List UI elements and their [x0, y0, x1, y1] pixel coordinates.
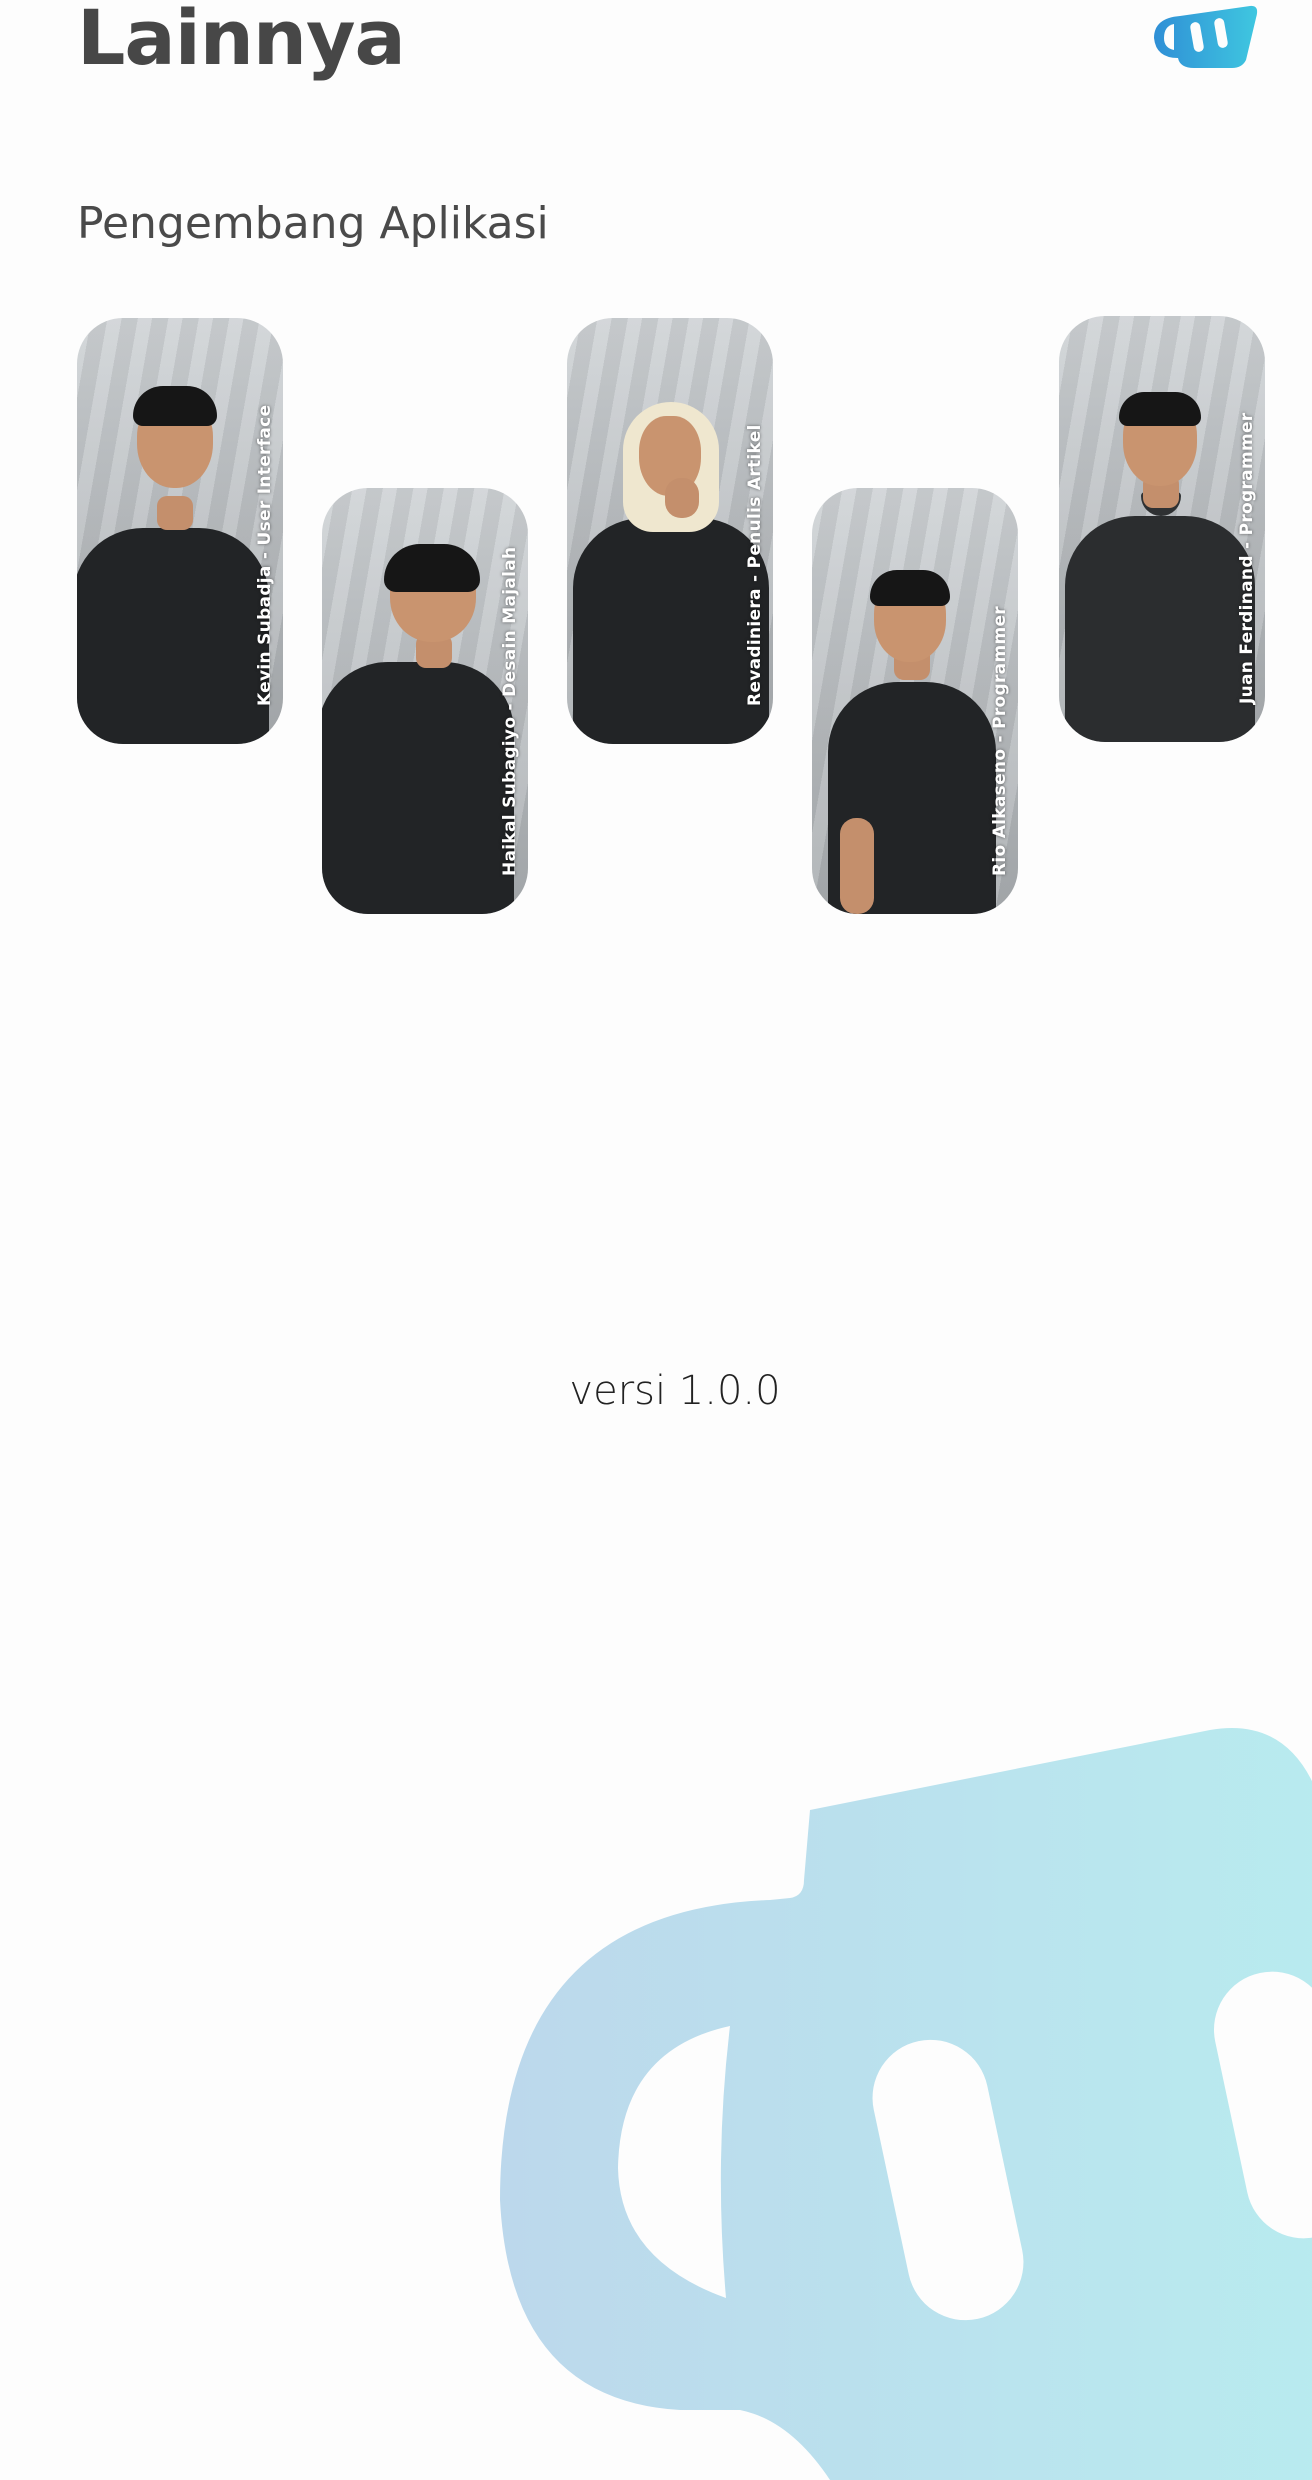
photo-hand — [665, 478, 699, 518]
developer-label: Revadiniera - Penulis Artikel — [745, 424, 765, 706]
photo-hair — [133, 386, 217, 426]
developer-label: Juan Ferdinand - Programmer — [1237, 412, 1257, 704]
photo-neck — [157, 496, 193, 530]
photo-arm — [840, 818, 874, 914]
photo-hair — [1119, 392, 1201, 426]
developer-label: Kevin Subadja - User Interface — [255, 404, 275, 706]
mug-watermark-icon — [500, 1728, 1312, 2480]
photo-shirt — [1065, 516, 1255, 742]
developer-label: Rio Alkaseno - Programmer — [990, 606, 1010, 876]
photo-shirt — [77, 528, 269, 744]
photo-shirt — [573, 518, 769, 744]
developer-card: Juan Ferdinand - Programmer — [1059, 316, 1265, 742]
developer-label: Haikal Subagiyo - Desain Majalah — [500, 546, 520, 876]
photo-shirt — [322, 662, 514, 914]
photo-hair — [384, 544, 480, 592]
mug-logo-icon — [1154, 5, 1258, 68]
developer-card: Kevin Subadja - User Interface — [77, 318, 283, 744]
page-title: Lainnya — [77, 0, 406, 82]
developer-card: Rio Alkaseno - Programmer — [812, 488, 1018, 914]
section-title: Pengembang Aplikasi — [77, 198, 549, 249]
developer-card: Haikal Subagiyo - Desain Majalah — [322, 488, 528, 914]
developer-card: Revadiniera - Penulis Artikel — [567, 318, 773, 744]
photo-hair — [870, 570, 950, 606]
version-text: versi 1.0.0 — [569, 1368, 781, 1414]
